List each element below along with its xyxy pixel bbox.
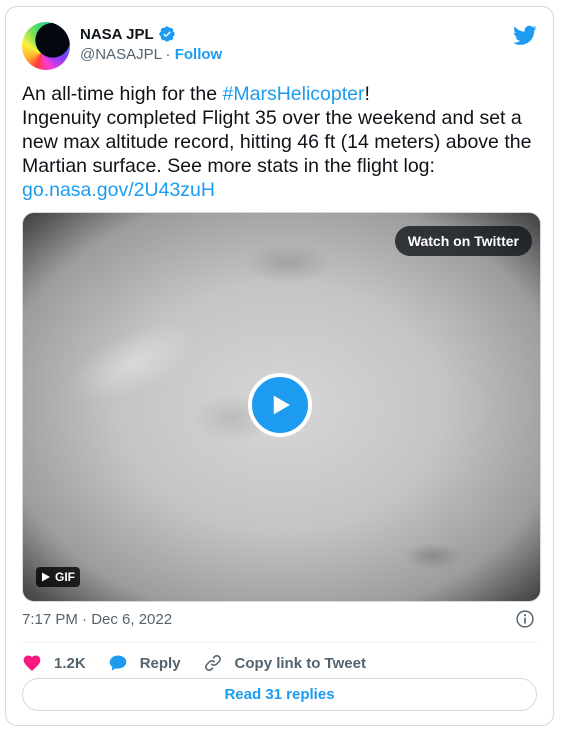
- divider: [22, 642, 537, 643]
- tweet-meta: 7:17 PM · Dec 6, 2022: [22, 608, 537, 632]
- author-name-row: NASA JPL: [80, 25, 176, 43]
- hashtag-link[interactable]: #MarsHelicopter: [223, 83, 365, 105]
- play-icon: [273, 395, 290, 415]
- author-handle-row: @NASAJPL · Follow: [80, 46, 222, 63]
- verified-badge-icon: [158, 26, 175, 42]
- play-small-icon: [42, 572, 50, 582]
- gif-media[interactable]: Watch on Twitter GIF: [22, 212, 541, 602]
- heart-icon: [23, 655, 41, 671]
- tweet-text: An all-time high for the #MarsHelicopter…: [22, 82, 542, 202]
- reply-label: Reply: [139, 654, 181, 672]
- info-icon[interactable]: [515, 609, 535, 629]
- read-replies-button[interactable]: Read 31 replies: [22, 678, 537, 711]
- follow-button[interactable]: Follow: [175, 46, 223, 63]
- tweet-line1-prefix: An all-time high for the: [22, 83, 223, 105]
- avatar[interactable]: [22, 22, 70, 70]
- tweet-header: NASA JPL @NASAJPL · Follow: [22, 19, 537, 75]
- tweet-body: Ingenuity completed Flight 35 over the w…: [22, 107, 537, 177]
- reply-button[interactable]: Reply: [108, 653, 181, 673]
- timestamp-link[interactable]: 7:17 PM · Dec 6, 2022: [22, 611, 172, 628]
- handle-separator: ·: [161, 46, 175, 63]
- surface-texture: [56, 306, 210, 420]
- link-icon: [204, 655, 221, 671]
- surface-texture: [243, 243, 333, 283]
- author-name[interactable]: NASA JPL: [80, 26, 154, 43]
- speech-bubble-icon: [109, 655, 127, 671]
- copy-link-button[interactable]: Copy link to Tweet: [203, 653, 366, 673]
- tweet-line1-suffix: !: [364, 83, 370, 105]
- surface-texture: [403, 543, 463, 569]
- tweet-card: NASA JPL @NASAJPL · Follow An all-time h…: [5, 6, 554, 726]
- watch-on-twitter-button[interactable]: Watch on Twitter: [394, 226, 532, 256]
- author-handle[interactable]: @NASAJPL: [80, 46, 161, 63]
- twitter-bird-icon[interactable]: [513, 23, 537, 47]
- gif-badge-label: GIF: [55, 570, 75, 584]
- flight-log-link[interactable]: go.nasa.gov/2U43zuH: [22, 179, 215, 201]
- like-count: 1.2K: [54, 654, 86, 672]
- play-button[interactable]: [248, 373, 312, 437]
- copy-link-label: Copy link to Tweet: [234, 654, 366, 672]
- tweet-actions: 1.2K Reply Copy link to Tweet: [22, 650, 388, 676]
- gif-badge: GIF: [36, 567, 80, 587]
- like-button[interactable]: 1.2K: [22, 653, 86, 673]
